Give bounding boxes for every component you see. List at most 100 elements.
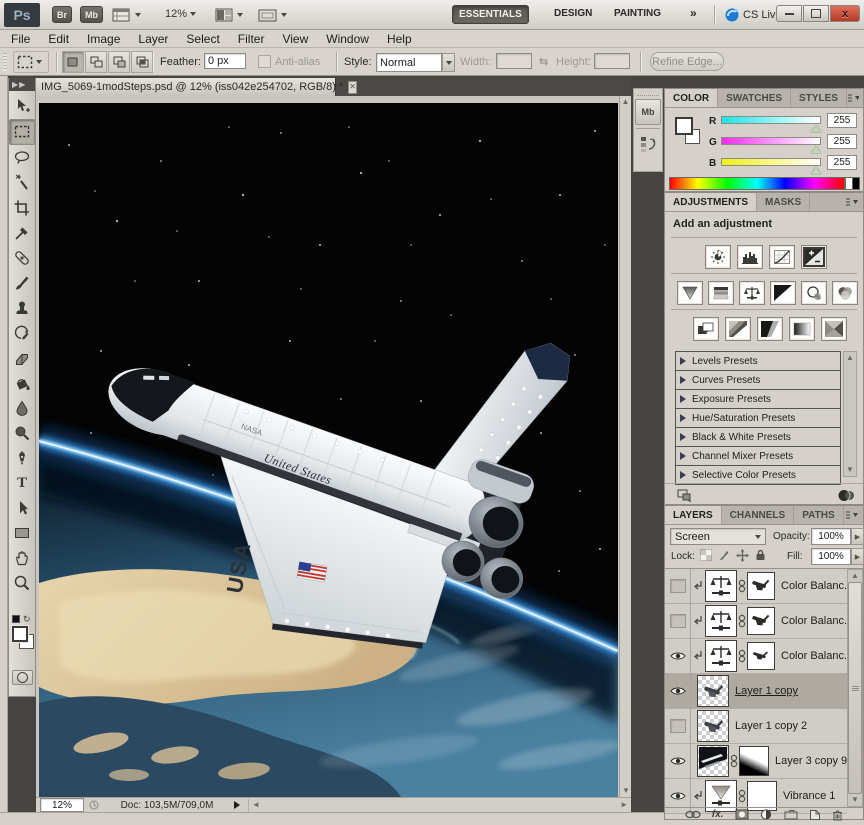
scroll-up-icon[interactable]: ▲: [846, 354, 854, 362]
fill-value[interactable]: 100%: [811, 548, 851, 565]
expand-icon[interactable]: [680, 414, 686, 422]
horizontal-scrollbar[interactable]: ◄ ►: [248, 799, 631, 812]
tool-magic-wand[interactable]: [10, 171, 34, 195]
antialias-checkbox[interactable]: [258, 55, 271, 68]
layer-row-layer1-copy[interactable]: Layer 1 copy: [665, 674, 847, 709]
opacity-control[interactable]: 100% ▶: [811, 528, 864, 545]
vertical-scrollbar[interactable]: ▲ ▼: [619, 96, 631, 797]
presets-scrollbar[interactable]: ▲ ▼: [843, 351, 857, 477]
layer-mask-thumbnail[interactable]: [747, 642, 775, 670]
tool-rectangle[interactable]: [10, 521, 34, 545]
canvas-image[interactable]: USA: [39, 103, 618, 797]
menu-window[interactable]: Window: [317, 30, 378, 48]
scroll-up-icon[interactable]: ▲: [620, 98, 631, 106]
scroll-down-icon[interactable]: ▼: [622, 787, 630, 795]
menu-help[interactable]: Help: [378, 30, 421, 48]
scrollbar-thumb[interactable]: [848, 582, 862, 794]
options-grip[interactable]: [3, 53, 7, 71]
visibility-toggle[interactable]: [665, 569, 691, 603]
tool-zoom[interactable]: [10, 571, 34, 595]
refine-edge-button[interactable]: Refine Edge...: [650, 52, 724, 71]
vibrance-icon[interactable]: [677, 281, 703, 305]
screen-mode-dropdown[interactable]: [258, 7, 287, 23]
lock-pixels-icon[interactable]: [717, 548, 731, 562]
add-layer-mask-icon[interactable]: [735, 809, 749, 820]
blue-value-input[interactable]: 255: [827, 155, 857, 170]
layer-mask-thumbnail[interactable]: [747, 607, 775, 635]
scroll-down-icon[interactable]: ▼: [851, 796, 859, 804]
launch-minibridge-button[interactable]: Mb: [80, 6, 103, 23]
foreground-color-well[interactable]: [675, 117, 693, 135]
lock-all-icon[interactable]: [753, 548, 767, 562]
tool-preset-picker[interactable]: [13, 51, 49, 73]
lock-transparency-icon[interactable]: [699, 548, 713, 562]
clip-to-layer-button[interactable]: [837, 489, 855, 502]
preset-black-white[interactable]: Black & White Presets: [675, 428, 841, 447]
tool-rectangular-marquee[interactable]: [9, 119, 35, 145]
mini-bridge-panel-icon[interactable]: Mb: [635, 99, 661, 125]
hue-saturation-icon[interactable]: [708, 281, 734, 305]
menu-filter[interactable]: Filter: [229, 30, 274, 48]
visibility-toggle[interactable]: [665, 709, 691, 743]
tab-adjustments[interactable]: ADJUSTMENTS: [665, 193, 757, 211]
opacity-flyout[interactable]: ▶: [851, 528, 864, 545]
menu-edit[interactable]: Edit: [39, 30, 78, 48]
scroll-left-icon[interactable]: ◄: [252, 801, 260, 809]
swap-colors-icon[interactable]: ↻: [23, 614, 31, 625]
document-tab[interactable]: IMG_5069-1modSteps.psd @ 12% (iss042e254…: [36, 78, 336, 96]
layer-thumbnail[interactable]: [697, 745, 729, 777]
red-slider-thumb[interactable]: [811, 125, 821, 132]
tab-masks[interactable]: MASKS: [757, 193, 810, 211]
layer-row-layer3-copy9[interactable]: Layer 3 copy 9: [665, 744, 847, 779]
tool-dodge[interactable]: [10, 421, 34, 445]
zoom-level-dropdown[interactable]: 12%: [165, 8, 196, 20]
color-balance-icon[interactable]: [739, 281, 765, 305]
brightness-contrast-icon[interactable]: [705, 245, 731, 269]
height-input[interactable]: [594, 53, 630, 69]
curves-icon[interactable]: [769, 245, 795, 269]
workspace-essentials[interactable]: ESSENTIALS: [452, 5, 529, 24]
expand-icon[interactable]: [680, 376, 686, 384]
preset-curves[interactable]: Curves Presets: [675, 371, 841, 390]
green-slider-thumb[interactable]: [811, 146, 821, 153]
visibility-toggle[interactable]: [665, 674, 691, 708]
status-flyout-icon[interactable]: [232, 800, 242, 810]
arrange-documents-dropdown[interactable]: [215, 7, 243, 23]
layer-thumbnail[interactable]: [697, 675, 729, 707]
minimize-button[interactable]: [776, 5, 802, 22]
selective-color-icon[interactable]: [821, 317, 847, 341]
foreground-color-swatch[interactable]: [12, 626, 28, 642]
workspace-overflow-chevron[interactable]: »: [690, 6, 697, 20]
scroll-up-icon[interactable]: ▲: [851, 572, 859, 580]
switch-panel-view-button[interactable]: [677, 489, 693, 502]
layers-scrollbar[interactable]: ▲ ▼: [847, 569, 863, 807]
swap-dimensions-icon[interactable]: ⇆: [539, 55, 548, 68]
black-and-white-icon[interactable]: [770, 281, 796, 305]
quick-mask-button[interactable]: [12, 670, 33, 685]
layer-row-color-balance-2[interactable]: Color Balanc...: [665, 604, 847, 639]
link-layers-icon[interactable]: [685, 810, 701, 819]
feather-input[interactable]: 0 px: [204, 53, 246, 69]
close-button[interactable]: x: [830, 5, 860, 22]
spectrum-black-swatch[interactable]: [852, 177, 860, 190]
tab-color[interactable]: COLOR: [665, 89, 718, 107]
threshold-icon[interactable]: [757, 317, 783, 341]
intersect-selection-button[interactable]: [131, 51, 153, 73]
tool-spot-healing[interactable]: [10, 246, 34, 270]
adjustment-thumbnail[interactable]: [705, 570, 737, 602]
tool-paint-bucket[interactable]: [10, 371, 34, 395]
green-slider[interactable]: [721, 137, 821, 145]
adjustment-thumbnail[interactable]: [705, 605, 737, 637]
panel-menu-icon[interactable]: [845, 510, 859, 520]
new-group-icon[interactable]: [784, 809, 798, 820]
tab-swatches[interactable]: SWATCHES: [718, 89, 791, 107]
adjustment-thumbnail[interactable]: [705, 640, 737, 672]
canvas-area[interactable]: USA: [36, 96, 619, 797]
panel-menu-icon[interactable]: [845, 197, 859, 207]
launch-bridge-button[interactable]: Br: [52, 6, 72, 23]
dock-grip[interactable]: [637, 91, 659, 96]
expand-icon[interactable]: [680, 433, 686, 441]
layer-effects-icon[interactable]: fx.: [712, 809, 724, 820]
opacity-value[interactable]: 100%: [811, 528, 851, 545]
tools-panel-header[interactable]: ▶▶: [9, 78, 35, 91]
